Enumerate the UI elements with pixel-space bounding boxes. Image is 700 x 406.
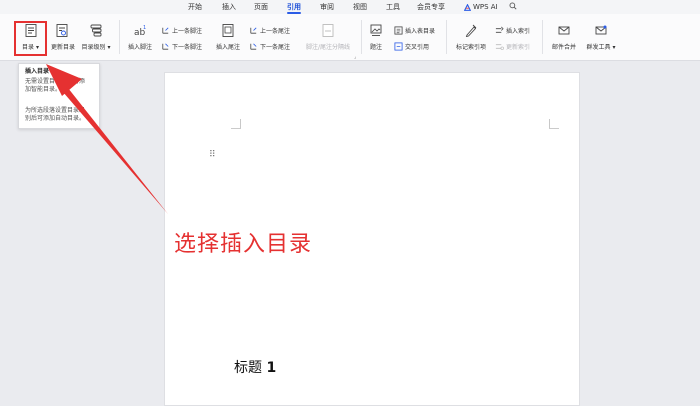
annotation-caption: 选择插入目录 (174, 232, 313, 257)
annotation-arrow (46, 64, 168, 214)
